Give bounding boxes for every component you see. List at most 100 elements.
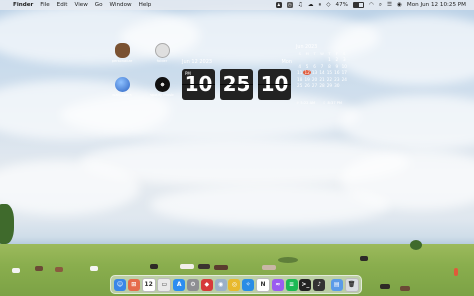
control-center-icon[interactable]: ☰ [387, 2, 392, 8]
system-settings-icon[interactable]: ⚙ [186, 278, 199, 291]
calendar-empty-cell [296, 57, 303, 62]
calendar-grid: S M T W T F S 1 2 3 4 5 6 7 8 9 10 11 12 13 14 15 16 17 18 19 20 21… [296, 52, 348, 88]
app-store-icon[interactable]: A [173, 278, 186, 291]
clock-second: 10 [260, 72, 289, 96]
status-music-icon[interactable]: ♫ [298, 2, 303, 8]
menu-go[interactable]: Go [95, 2, 103, 8]
preview-icon[interactable]: ◉ [214, 278, 227, 291]
battery-icon[interactable] [352, 1, 364, 9]
clock-second-card: 10 [258, 69, 291, 100]
desktop-icon-label: spotify music [150, 93, 174, 97]
menu-view[interactable]: View [75, 2, 88, 8]
calendar-day[interactable]: 2 [333, 57, 340, 62]
calendar-day[interactable]: 16 [333, 70, 340, 75]
calendar-day[interactable]: 8 [326, 64, 333, 69]
calendar-day[interactable]: 3 [341, 57, 348, 62]
desktop-icon-spotify-music[interactable]: spotify music [146, 77, 178, 97]
globe-icon [114, 77, 130, 92]
calendar-day[interactable]: 15 [326, 70, 333, 75]
menu-bar: Finder File Edit View Go Window Help ♟ ◷… [0, 0, 474, 10]
calendar-empty-cell [318, 57, 325, 62]
calendar-day[interactable]: 27 [311, 83, 318, 88]
calendar-icon[interactable]: 12 [141, 277, 156, 292]
sunrise-time: ☼ 5:22 AM [296, 101, 316, 105]
calendar-day[interactable]: 30 [333, 83, 340, 88]
notion-icon[interactable]: N [255, 277, 270, 292]
menu-help[interactable]: Help [139, 2, 152, 8]
desktop-wallpaper [0, 0, 474, 296]
calendar-empty-cell [311, 57, 318, 62]
calendar-day[interactable]: 10 [341, 64, 348, 69]
status-pause-icon[interactable]: ⏸ [318, 2, 321, 9]
calendar-day[interactable]: 23 [333, 77, 340, 82]
terminal-icon[interactable]: >_ [299, 278, 312, 291]
battery-percent[interactable]: 47% [336, 2, 348, 8]
launchpad-icon[interactable]: ⊞ [127, 278, 140, 291]
trash-icon[interactable]: 🗑 [344, 277, 359, 292]
calendar-day[interactable]: 9 [333, 64, 340, 69]
teddy-bear-icon [114, 43, 130, 58]
calendar-weekday-header: T [313, 52, 316, 56]
menu-window[interactable]: Window [110, 2, 132, 8]
calendar-day[interactable]: 17 [341, 70, 348, 75]
status-clock-icon[interactable]: ◷ [286, 2, 293, 8]
calendar-day[interactable]: 21 [318, 77, 325, 82]
calendar-day[interactable]: 22 [326, 77, 333, 82]
calendar-day[interactable]: 1 [326, 57, 333, 62]
finder-icon[interactable]: ☺ [114, 278, 126, 291]
status-dropbox-icon[interactable]: ◇ [326, 2, 330, 8]
calendar-widget[interactable]: Jun 2023 S M T W T F S 1 2 3 4 5 6 7 8 9 10 11 12 13 14 15 16 1… [296, 45, 348, 105]
clock-minute: 25 [222, 72, 251, 96]
clock-meridiem: PM [185, 71, 191, 76]
calendar-day[interactable]: 18 [296, 77, 303, 82]
messenger-icon[interactable]: ≈ [271, 278, 284, 291]
desktop-icon-folder[interactable]: folder [146, 43, 178, 63]
calendar-day[interactable]: 14 [318, 70, 325, 75]
safari-icon[interactable]: ✧ [242, 278, 255, 291]
status-app-icon[interactable]: ♟ [275, 2, 282, 8]
calendar-day[interactable]: 26 [303, 83, 310, 88]
calendar-day[interactable]: 19 [303, 77, 310, 82]
files-icon[interactable]: ▭ [157, 277, 172, 292]
sun-times: ☼ 5:22 AM ☾ 8:37 PM [296, 101, 342, 105]
flip-clock-widget[interactable]: Jun 12 2023 Mon PM 10 25 10 [182, 59, 292, 101]
desktop-icon-wallpapers[interactable]: wallpapers [106, 77, 138, 97]
calendar-day[interactable]: 29 [326, 83, 333, 88]
search-icon[interactable]: ⌕ [379, 2, 382, 9]
music-player-icon[interactable]: ♪ [313, 278, 326, 291]
calendar-day[interactable]: 11 [296, 70, 303, 75]
desktop-icon-label: folder [156, 59, 168, 63]
calendar-weekday-header: S [343, 52, 346, 56]
desktop-icon-personalize[interactable]: personalize [106, 43, 138, 63]
menu-file[interactable]: File [40, 2, 49, 8]
calendar-day[interactable]: 12 [303, 70, 311, 76]
calendar-day[interactable]: 25 [296, 83, 303, 88]
calendar-weekday-header: M [305, 52, 309, 56]
wifi-icon[interactable]: ◠ [369, 2, 374, 8]
app-menu-finder[interactable]: Finder [13, 2, 33, 8]
finder-window-icon[interactable]: ▤ [330, 278, 343, 291]
desktop-icon-label: wallpapers [112, 93, 132, 97]
calendar-day[interactable]: 20 [311, 77, 318, 82]
calendar-day[interactable]: 6 [311, 64, 318, 69]
siri-icon[interactable]: ◉ [397, 2, 402, 8]
status-cloud-icon[interactable]: ☁ [308, 2, 314, 8]
spotify-icon[interactable]: ≡ [285, 278, 298, 291]
calendar-day[interactable]: 5 [303, 64, 310, 69]
menu-edit[interactable]: Edit [57, 2, 68, 8]
desktop-icon-label: personalize [111, 59, 133, 63]
calendar-day[interactable]: 28 [318, 83, 325, 88]
chrome-icon[interactable]: ◎ [228, 278, 241, 291]
vinyl-record-icon [154, 77, 170, 92]
headphones-icon [154, 43, 170, 58]
dock: ☺ ⊞ 12 ▭ A ⚙ ◆ ◉ ◎ ✧ N ≈ ≡ >_ ♪ ▤ 🗑 [110, 275, 362, 294]
calendar-day[interactable]: 7 [318, 64, 325, 69]
calendar-day[interactable]: 13 [311, 70, 318, 75]
calendar-weekday-header: W [320, 52, 324, 56]
menubar-datetime[interactable]: Mon Jun 12 10:25 PM [407, 2, 466, 8]
red-app-icon[interactable]: ◆ [200, 278, 213, 291]
calendar-day[interactable]: 24 [341, 77, 348, 82]
clock-weekday: Mon [281, 59, 292, 65]
calendar-empty-cell [303, 57, 310, 62]
calendar-day[interactable]: 4 [296, 64, 303, 69]
